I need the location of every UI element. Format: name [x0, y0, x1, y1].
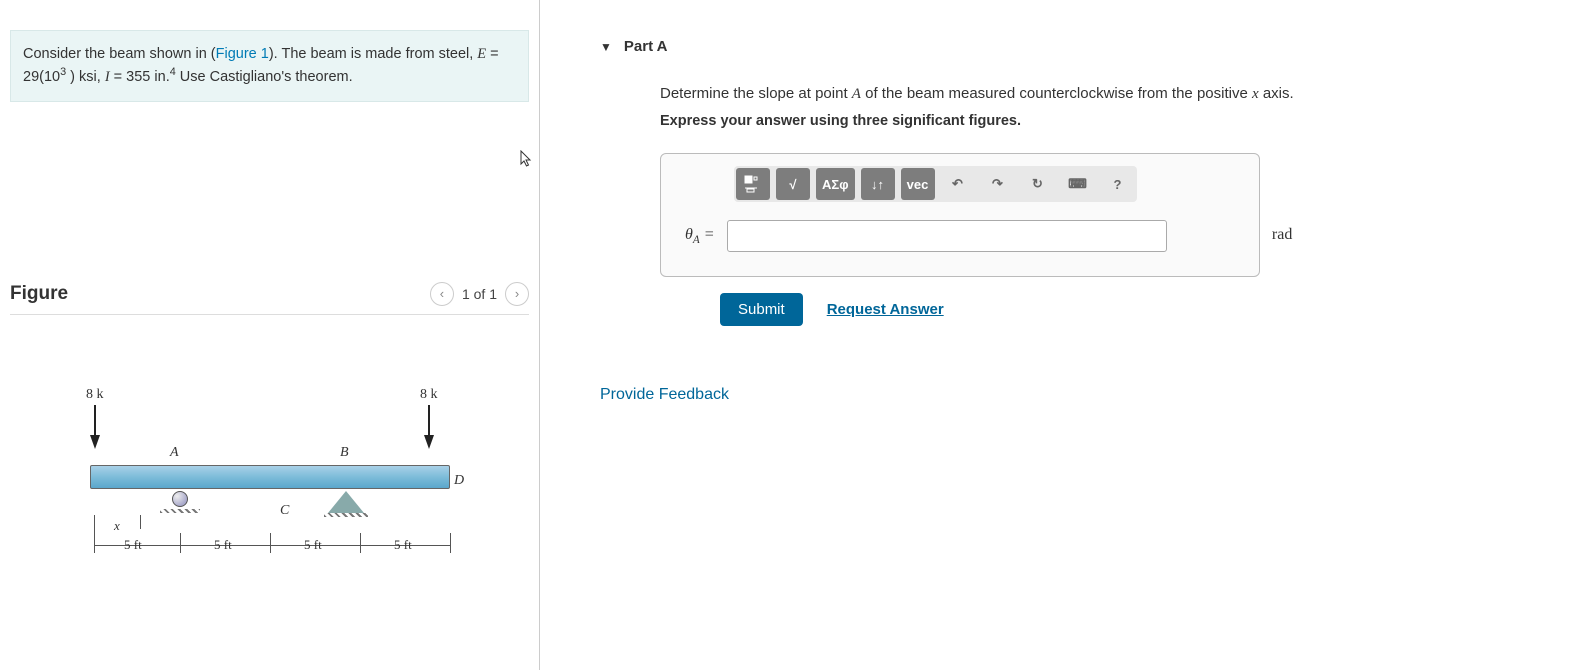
dim-3: 5 ft: [304, 537, 322, 553]
point-a: A: [170, 445, 179, 461]
dim-x: x: [114, 518, 120, 534]
help-button[interactable]: ?: [1101, 168, 1135, 200]
equation-toolbar: √ ΑΣφ ↓↑ vec ↶ ↷ ↻ ⌨ ?: [734, 166, 1137, 202]
answer-box: √ ΑΣφ ↓↑ vec ↶ ↷ ↻ ⌨ ? θA =: [660, 153, 1260, 277]
theorem-text: Use Castigliano's theorem.: [176, 68, 353, 84]
point-d: D: [454, 473, 464, 489]
provide-feedback-link[interactable]: Provide Feedback: [600, 386, 1561, 404]
submit-button[interactable]: Submit: [720, 293, 803, 326]
problem-prefix: Consider the beam shown in (: [23, 46, 216, 62]
inertia-value: = 355 in.: [110, 68, 170, 84]
greek-button[interactable]: ΑΣφ: [816, 168, 855, 200]
load-right-label: 8 k: [420, 387, 438, 403]
redo-button[interactable]: ↷: [981, 168, 1015, 200]
instr-mid: of the beam measured counterclockwise fr…: [861, 85, 1252, 102]
answer-input[interactable]: [727, 220, 1167, 252]
theta-label: θA =: [685, 226, 715, 246]
point-b: B: [340, 445, 349, 461]
dim-2: 5 ft: [214, 537, 232, 553]
part-a-header[interactable]: ▼ Part A: [600, 30, 1561, 65]
unit-label: rad: [1272, 226, 1292, 243]
reset-button[interactable]: ↻: [1021, 168, 1055, 200]
modulus-symbol: E: [477, 46, 486, 62]
theta-subscript: A: [693, 234, 700, 246]
request-answer-link[interactable]: Request Answer: [827, 301, 944, 318]
instruction-sigfigs: Express your answer using three signific…: [660, 113, 1561, 129]
problem-statement: Consider the beam shown in (Figure 1). T…: [10, 30, 529, 102]
instr-suffix: axis.: [1259, 85, 1294, 102]
dim-1: 5 ft: [124, 537, 142, 553]
part-a-title: Part A: [624, 38, 668, 55]
undo-button[interactable]: ↶: [941, 168, 975, 200]
dim-4: 5 ft: [394, 537, 412, 553]
figure-link[interactable]: Figure 1: [216, 46, 269, 62]
beam-diagram: 8 k 8 k A B C D x: [80, 405, 480, 605]
equals-sign: =: [704, 226, 715, 243]
instr-prefix: Determine the slope at point: [660, 85, 852, 102]
theta-symbol: θ: [685, 226, 693, 243]
sqrt-button[interactable]: √: [776, 168, 810, 200]
instr-point: A: [852, 86, 861, 102]
keyboard-button[interactable]: ⌨: [1061, 168, 1095, 200]
figure-nav: ‹ 1 of 1 ›: [430, 282, 529, 306]
figure-counter: 1 of 1: [462, 286, 497, 302]
vector-button[interactable]: vec: [901, 168, 935, 200]
subscript-button[interactable]: ↓↑: [861, 168, 895, 200]
figure-next-button[interactable]: ›: [505, 282, 529, 306]
cursor-icon: [520, 150, 534, 173]
load-left-label: 8 k: [86, 387, 104, 403]
figure-title: Figure: [10, 283, 68, 305]
figure-header: Figure ‹ 1 of 1 ›: [10, 282, 529, 315]
collapse-caret-icon: ▼: [600, 40, 612, 54]
problem-suffix: ). The beam is made from steel,: [269, 46, 477, 62]
point-c: C: [280, 503, 289, 519]
figure-prev-button[interactable]: ‹: [430, 282, 454, 306]
instr-axis: x: [1252, 86, 1259, 102]
templates-button[interactable]: [736, 168, 770, 200]
instruction-text: Determine the slope at point A of the be…: [660, 85, 1561, 103]
modulus-unit: ) ksi,: [66, 68, 105, 84]
